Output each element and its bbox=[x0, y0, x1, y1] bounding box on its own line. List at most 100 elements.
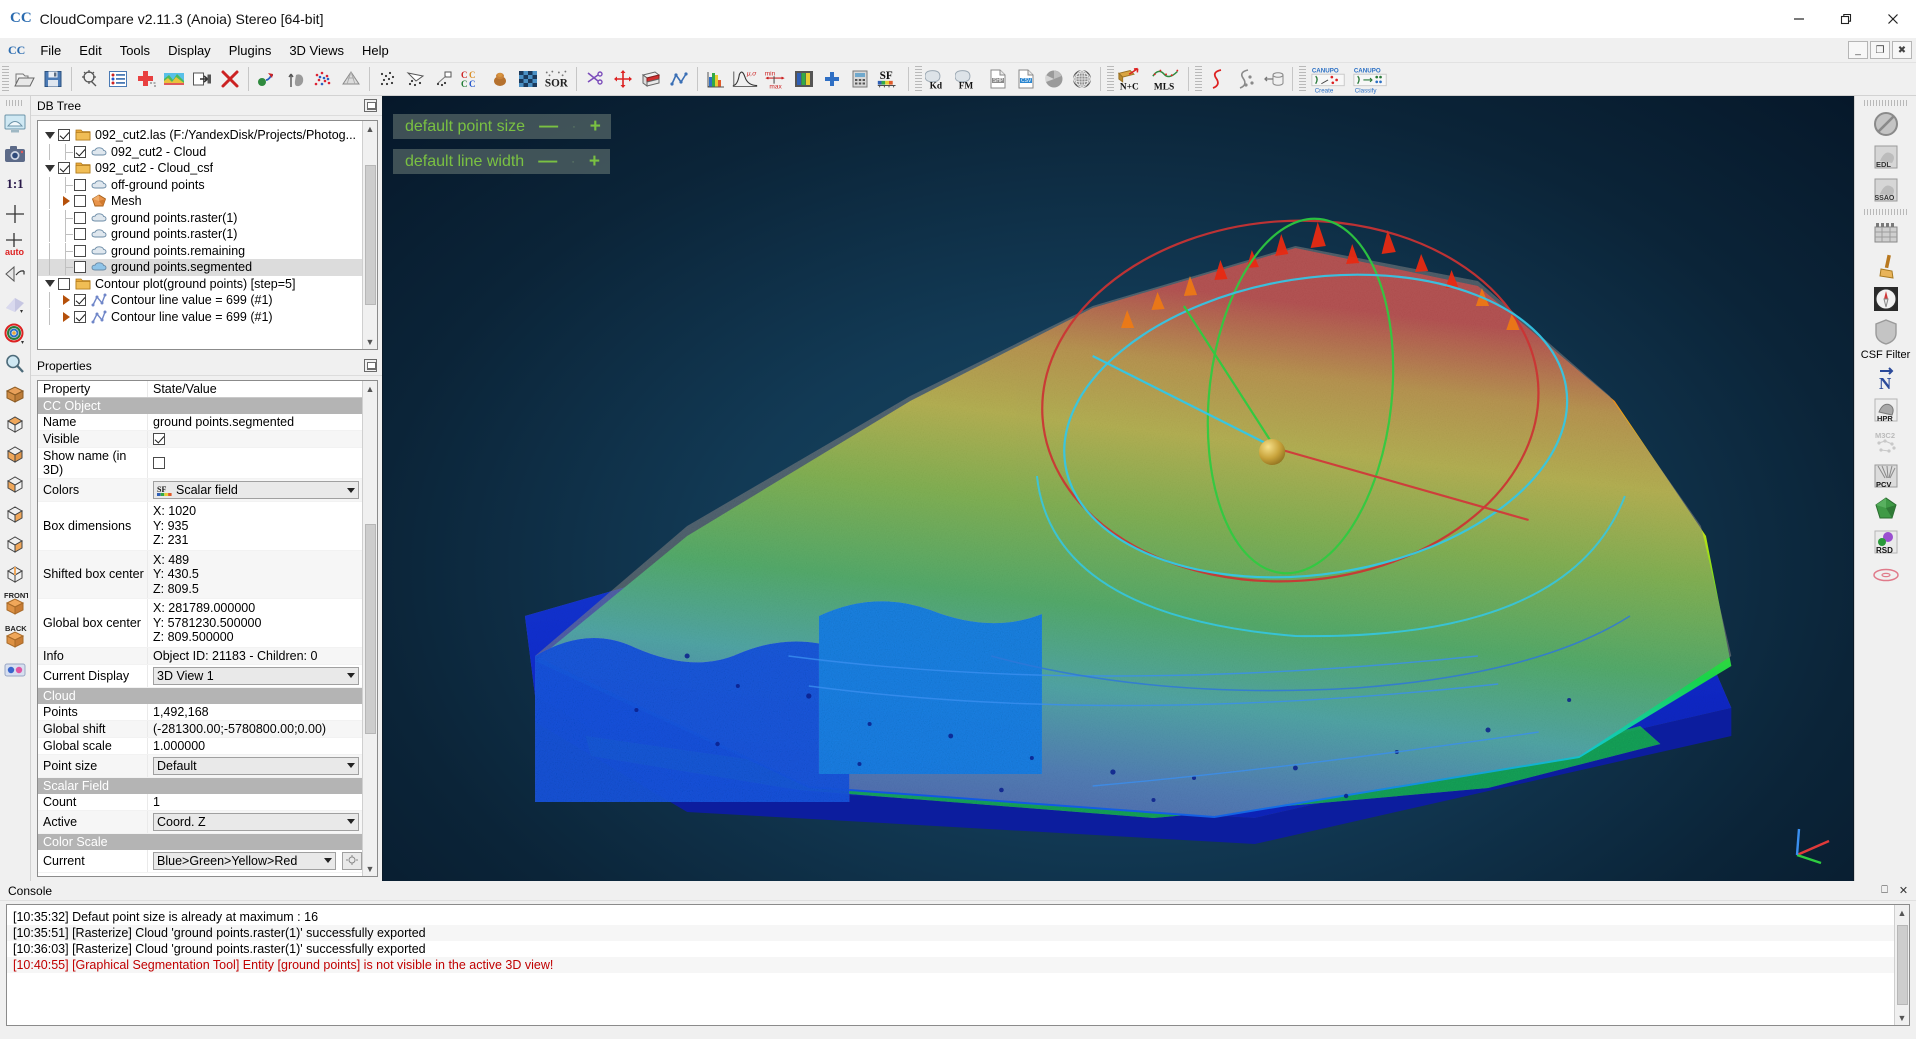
spline-icon[interactable] bbox=[1204, 65, 1232, 93]
view-toolbar-handle[interactable] bbox=[6, 100, 24, 106]
clone-icon[interactable] bbox=[188, 65, 216, 93]
view-top-icon[interactable] bbox=[1, 409, 29, 438]
shp-export-icon[interactable]: SHP bbox=[984, 65, 1012, 93]
chevron-down-icon[interactable] bbox=[344, 763, 358, 768]
zoom-one-to-one-icon[interactable]: 1:1 bbox=[1, 169, 29, 198]
properties-scroll-thumb[interactable] bbox=[364, 523, 376, 734]
mesh-icon[interactable] bbox=[337, 65, 365, 93]
properties-combobox[interactable]: Blue>Green>Yellow>Red bbox=[153, 851, 336, 870]
stereo-mode-icon[interactable] bbox=[1, 655, 29, 684]
bounding-box-icon[interactable] bbox=[1, 379, 29, 408]
plugin-toolbar-handle-2[interactable] bbox=[1107, 66, 1114, 92]
rgb-plugin-icon[interactable]: RSD bbox=[1866, 526, 1906, 558]
plugin-group-handle[interactable] bbox=[1863, 209, 1908, 215]
mdi-restore-button[interactable]: ❐ bbox=[1870, 41, 1890, 59]
db-tree-item-checkbox[interactable] bbox=[74, 261, 86, 274]
tree-expander-right-icon[interactable] bbox=[58, 196, 74, 207]
properties-table[interactable]: Property State/Value CC Object Name ground p… bbox=[38, 381, 362, 876]
properties-scrollbar[interactable]: ▲ ▼ bbox=[362, 381, 377, 876]
global-shift-settings-icon[interactable] bbox=[76, 65, 104, 93]
properties-row-value[interactable]: 3D View 1 bbox=[148, 665, 362, 687]
subsample-icon[interactable] bbox=[309, 65, 337, 93]
toggle-camera-projection-icon[interactable] bbox=[1, 259, 29, 288]
chevron-down-icon[interactable] bbox=[321, 858, 335, 863]
gaussian-filter-icon[interactable]: μ,σ bbox=[730, 65, 760, 93]
console-message-list[interactable]: [10:35:32] Defaut point size is already … bbox=[7, 905, 1894, 1025]
db-tree-item-checkbox[interactable] bbox=[58, 129, 70, 142]
tree-expander-down-icon[interactable] bbox=[42, 131, 58, 139]
tree-expander-right-icon[interactable] bbox=[58, 311, 74, 322]
3d-view[interactable]: default point size — · + default line wi… bbox=[382, 96, 1854, 881]
maximize-button[interactable] bbox=[1822, 0, 1869, 38]
add-point-icon[interactable] bbox=[132, 65, 160, 93]
db-tree-item[interactable]: Contour line value = 699 (#1) bbox=[38, 292, 362, 309]
view-left-icon[interactable] bbox=[1, 469, 29, 498]
normals-icon[interactable] bbox=[281, 65, 309, 93]
toolbar-handle[interactable] bbox=[2, 66, 9, 92]
db-tree-item-checkbox[interactable] bbox=[74, 228, 86, 241]
kd-tree-icon[interactable]: Kd bbox=[924, 65, 954, 93]
db-tree-undock-icon[interactable] bbox=[364, 99, 377, 112]
light-settings-icon[interactable] bbox=[1, 289, 29, 318]
poisson-recon-plugin-icon[interactable] bbox=[1866, 493, 1906, 525]
ssao-shader-icon[interactable]: SSAO bbox=[1866, 174, 1906, 206]
add-sf-icon[interactable] bbox=[818, 65, 846, 93]
db-tree-item[interactable]: off-ground points bbox=[38, 176, 362, 194]
db-tree-item[interactable]: 092_cut2 - Cloud bbox=[38, 143, 362, 161]
plugin-toolbar-handle-3[interactable] bbox=[1195, 66, 1202, 92]
menu-display[interactable]: Display bbox=[159, 40, 220, 61]
properties-combobox[interactable]: SF Scalar field bbox=[153, 481, 359, 499]
db-tree-item-checkbox[interactable] bbox=[74, 178, 86, 191]
histogram-icon[interactable] bbox=[702, 65, 730, 93]
edl-shader-icon[interactable]: EDL bbox=[1866, 141, 1906, 173]
db-tree-item-checkbox[interactable] bbox=[74, 195, 86, 208]
db-tree-list[interactable]: 092_cut2.las (F:/YandexDisk/Projects/Pho… bbox=[38, 121, 362, 349]
default-point-size-decrease-button[interactable]: — bbox=[539, 117, 558, 136]
db-tree-item[interactable]: Mesh bbox=[38, 193, 362, 210]
menu-edit[interactable]: Edit bbox=[70, 40, 110, 61]
console-scroll-down-icon[interactable]: ▼ bbox=[1894, 1010, 1909, 1025]
db-tree-scroll-up-icon[interactable]: ▲ bbox=[362, 121, 377, 136]
db-tree-item[interactable]: ground points.raster(1) bbox=[38, 226, 362, 243]
console-scroll-up-icon[interactable]: ▲ bbox=[1894, 905, 1909, 920]
default-line-width-decrease-button[interactable]: — bbox=[538, 152, 557, 171]
sf-calculator-icon[interactable] bbox=[846, 65, 874, 93]
csf-filter-plugin-icon[interactable] bbox=[1866, 316, 1906, 348]
sor-filter-icon[interactable]: SOR bbox=[542, 65, 572, 93]
animation-plugin-icon[interactable] bbox=[1866, 217, 1906, 249]
menu-3d-views[interactable]: 3D Views bbox=[280, 40, 353, 61]
sf-display-icon[interactable]: SF bbox=[874, 65, 904, 93]
close-button[interactable] bbox=[1869, 0, 1916, 38]
view-back-icon[interactable] bbox=[1, 529, 29, 558]
properties-undock-icon[interactable] bbox=[364, 359, 377, 372]
db-tree-scrollbar[interactable]: ▲ ▼ bbox=[362, 121, 377, 349]
console-scrollbar[interactable]: ▲ ▼ bbox=[1894, 905, 1909, 1025]
cloud-primitive-dist-icon[interactable] bbox=[430, 65, 458, 93]
menu-help[interactable]: Help bbox=[353, 40, 398, 61]
console-scroll-thumb[interactable] bbox=[1896, 925, 1908, 1005]
fit-plane-icon[interactable] bbox=[1040, 65, 1068, 93]
color-scale-icon[interactable] bbox=[790, 65, 818, 93]
segment-icon[interactable] bbox=[581, 65, 609, 93]
db-tree-item-checkbox[interactable] bbox=[74, 211, 86, 224]
db-tree-scroll-thumb[interactable] bbox=[364, 165, 376, 305]
hpr-plugin-icon[interactable]: HPR bbox=[1866, 394, 1906, 426]
tree-expander-down-icon[interactable] bbox=[42, 280, 58, 288]
translate-rotate-icon[interactable] bbox=[609, 65, 637, 93]
cloud-mesh-dist-icon[interactable] bbox=[402, 65, 430, 93]
menu-plugins[interactable]: Plugins bbox=[220, 40, 281, 61]
statistical-test-icon[interactable] bbox=[514, 65, 542, 93]
torus-plugin-icon[interactable] bbox=[1866, 559, 1906, 591]
delete-icon[interactable] bbox=[216, 65, 244, 93]
canupo-toolbar-handle[interactable] bbox=[1299, 66, 1306, 92]
normals-and-curvature-icon[interactable]: N+C bbox=[1116, 65, 1150, 93]
default-line-width-increase-button[interactable]: + bbox=[589, 152, 600, 171]
m3c2-plugin-icon[interactable]: M3C2 bbox=[1866, 427, 1906, 459]
view-iso1-icon[interactable] bbox=[1, 559, 29, 588]
tree-expander-down-icon[interactable] bbox=[42, 164, 58, 172]
polyline-icon[interactable] bbox=[665, 65, 693, 93]
snapshot-icon[interactable] bbox=[1, 139, 29, 168]
db-tree-item-checkbox[interactable] bbox=[58, 162, 70, 175]
pick-rotation-center-icon[interactable] bbox=[1, 199, 29, 228]
chevron-down-icon[interactable] bbox=[344, 487, 358, 493]
